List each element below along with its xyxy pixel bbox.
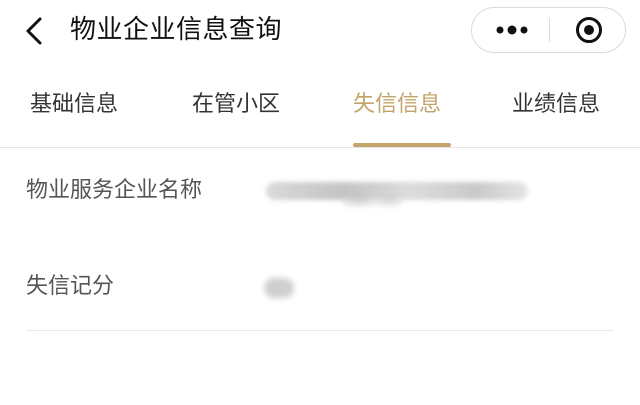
field-label-credit-score: 失信记分 (26, 274, 115, 299)
capsule-divider (549, 18, 550, 42)
tab-bar: 基础信息 在管小区 失信信息 业绩信息 (0, 66, 640, 148)
redacted-blur (264, 278, 294, 298)
page-title: 物业企业信息查询 (70, 15, 283, 45)
navigation-bar: 物业企业信息查询 (0, 0, 640, 66)
field-label-company-name: 物业服务企业名称 (26, 178, 203, 203)
tab-credit-default-info[interactable]: 失信信息 (353, 88, 441, 122)
field-value-company-name-redacted (262, 174, 532, 214)
more-dots-icon (496, 25, 528, 35)
mini-program-capsule (471, 7, 626, 53)
close-button[interactable] (562, 8, 616, 52)
back-button[interactable] (18, 14, 52, 48)
target-close-icon (576, 17, 602, 43)
field-value-credit-score-redacted (262, 270, 322, 304)
more-button[interactable] (482, 8, 542, 52)
page: 物业企业信息查询 基础信息 在管小区 失信信息 业绩信息 物业服务企业名称 失信… (0, 0, 640, 405)
section-divider (26, 330, 614, 331)
tab-basic-info[interactable]: 基础信息 (30, 88, 118, 122)
tab-managed-communities[interactable]: 在管小区 (192, 88, 280, 122)
redacted-blur (342, 196, 402, 206)
active-tab-indicator (353, 143, 451, 147)
tab-performance-info[interactable]: 业绩信息 (512, 88, 600, 122)
chevron-left-icon (26, 17, 42, 45)
